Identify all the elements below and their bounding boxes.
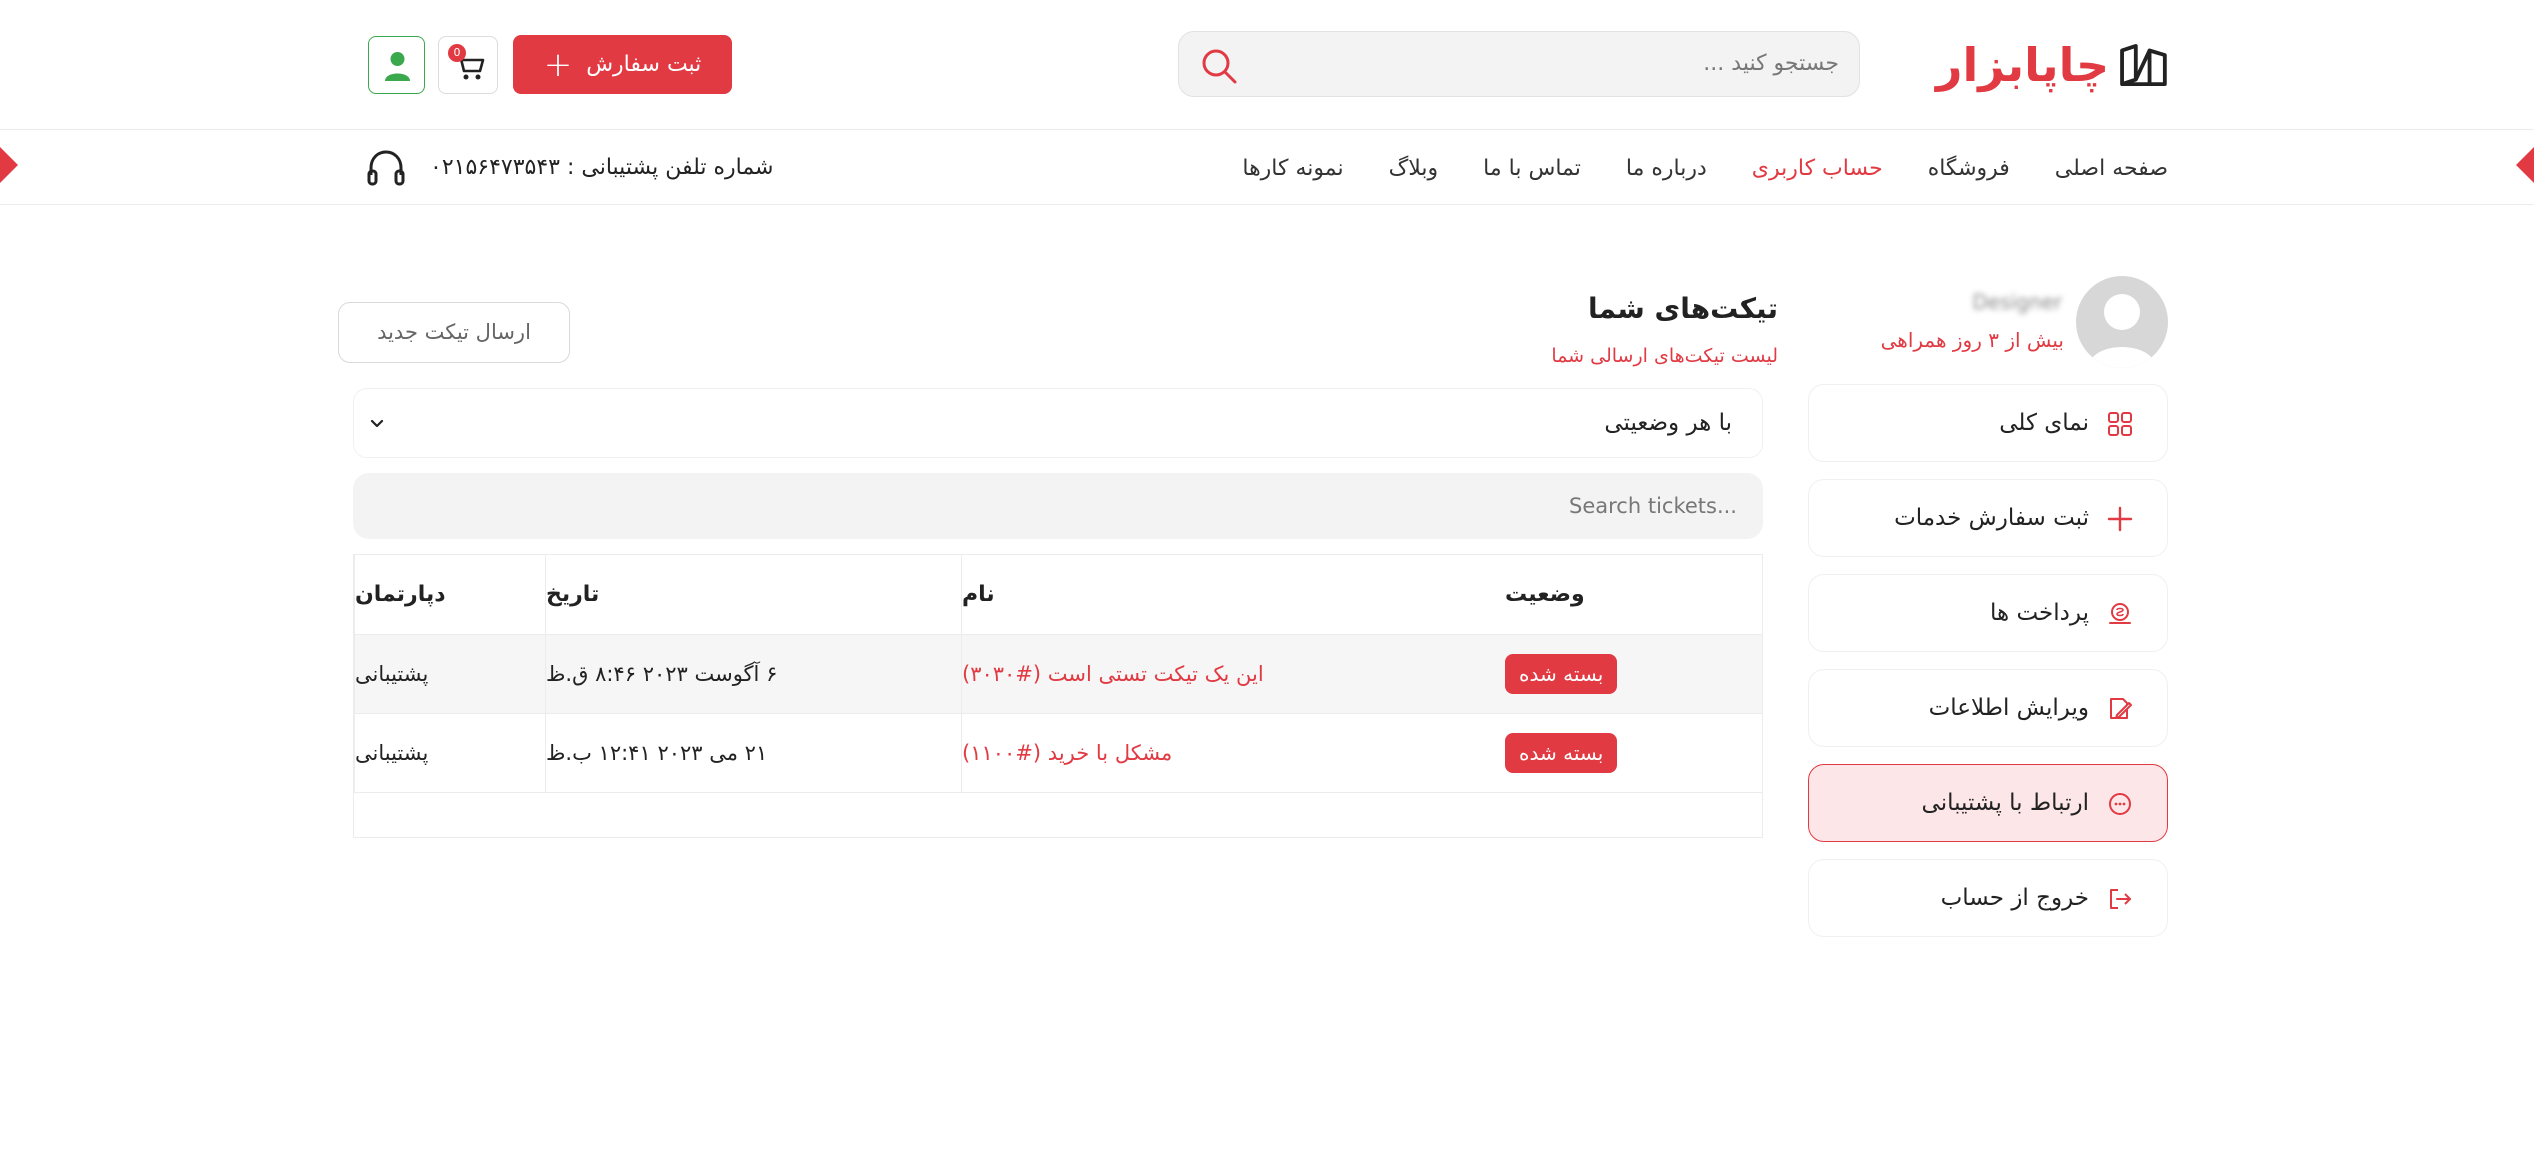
logout-icon [2110,889,2131,909]
column-header-department: دپارتمان [354,555,545,634]
side-arrow-left-icon[interactable] [0,147,18,183]
grid-icon [2108,412,2132,436]
ticket-link[interactable]: مشکل با خرید (#۱۱۰۰) [962,741,1172,765]
status-badge: بسته شده [1505,654,1618,694]
status-cell: بسته شده [1505,635,1762,713]
department-cell: پشتیبانی [354,714,545,792]
nav-item-about[interactable]: درباره ما [1626,156,1707,181]
new-ticket-button[interactable]: ارسال تیکت جدید [338,302,570,363]
status-filter-value: با هر وضعیتی [1604,410,1732,436]
sidebar-item-payments[interactable]: پرداخت ها [1808,574,2168,652]
chevron-down-icon [370,419,384,428]
nav-item-blog[interactable]: وبلاگ [1389,156,1439,181]
user-icon [385,52,410,81]
main-nav: صفحه اصلی فروشگاه حساب کاربری درباره ما … [0,131,2534,205]
account-sidebar-menu: نمای کلی ثبت سفارش خدمات پرداخت ها ویرای… [1808,384,2168,954]
sidebar-item-order-services[interactable]: ثبت سفارش خدمات [1808,479,2168,557]
sidebar-item-overview[interactable]: نمای کلی [1808,384,2168,462]
sidebar-item-label: پرداخت ها [1990,600,2089,626]
plus-icon: + [543,44,573,85]
department-cell: پشتیبانی [354,635,545,713]
user-account-button[interactable] [368,36,425,94]
column-header-status: وضعیت [1505,582,1585,607]
nav-item-contact[interactable]: تماس با ما [1483,156,1581,181]
column-header-date: تاریخ [545,555,961,634]
edit-icon [2110,698,2132,719]
ticket-link[interactable]: این یک تیکت تستی است (#۳۰۳۰) [962,662,1264,686]
avatar-silhouette-icon [2088,294,2156,368]
sidebar-item-label: خروج از حساب [1940,885,2089,911]
name-cell: این یک تیکت تستی است (#۳۰۳۰) [961,635,1505,713]
name-cell: مشکل با خرید (#۱۱۰۰) [961,714,1505,792]
table-row: بسته شده مشکل با خرید (#۱۱۰۰) ۲۱ می ۲۰۲۳… [354,714,1762,793]
nav-item-account[interactable]: حساب کاربری [1752,156,1883,181]
date-cell: ۶ آگوست ۲۰۲۳ ۸:۴۶ ق.ظ [545,635,961,713]
new-order-button[interactable]: ثبت سفارش + [513,35,732,94]
sidebar-item-label: ثبت سفارش خدمات [1894,505,2089,531]
chat-icon [2109,793,2131,815]
membership-duration: بیش از ۳ روز همراهی [1880,328,2064,352]
sidebar-item-label: ویرایش اطلاعات [1928,695,2089,721]
site-logo[interactable]: چاپابزار [1936,30,2168,100]
column-header-name: نام [961,555,1505,634]
headset-icon [367,150,405,186]
support-phone[interactable]: شماره تلفن پشتیبانی : ۰۲۱۵۶۴۷۳۵۴۳ [430,131,774,205]
nav-menu: صفحه اصلی فروشگاه حساب کاربری درباره ما … [1242,131,2168,205]
sidebar-item-logout[interactable]: خروج از حساب [1808,859,2168,937]
page-subtitle: لیست تیکت‌های ارسالی شما [1551,345,1778,367]
money-icon [2109,603,2131,624]
nav-item-home[interactable]: صفحه اصلی [2055,156,2168,181]
sidebar-item-label: نمای کلی [1999,410,2089,436]
site-header: چاپابزار جستجو کنید ... ثبت سفارش + 0 [0,0,2534,130]
logo-text: چاپابزار [1936,38,2110,92]
ticket-search-input[interactable]: Search tickets... [353,473,1763,539]
logo-mark-icon [2120,43,2167,87]
date-cell: ۲۱ می ۲۰۲۳ ۱۲:۴۱ ب.ظ [545,714,961,792]
sidebar-item-support[interactable]: ارتباط با پشتیبانی [1808,764,2168,842]
status-badge: بسته شده [1505,733,1618,773]
site-search-input[interactable]: جستجو کنید ... [1178,31,1860,97]
status-cell: بسته شده [1505,714,1762,792]
new-order-label: ثبت سفارش [586,52,702,77]
tickets-table: وضعیت نام تاریخ دپارتمان بسته شده این یک… [353,554,1763,838]
cart-count-badge: 0 [448,44,466,62]
nav-item-shop[interactable]: فروشگاه [1928,156,2010,181]
search-icon[interactable] [1199,46,1239,86]
status-filter-select[interactable]: با هر وضعیتی [353,388,1763,458]
sidebar-item-label: ارتباط با پشتیبانی [1921,790,2089,816]
table-row: بسته شده این یک تیکت تستی است (#۳۰۳۰) ۶ … [354,635,1762,714]
plus-icon [2107,506,2133,532]
nav-item-portfolio[interactable]: نمونه کارها [1242,156,1343,181]
cart-button[interactable]: 0 [438,36,498,94]
avatar [2076,276,2168,368]
profile-username: Designer [1972,290,2062,314]
page-title: تیکت‌های شما [1587,292,1778,325]
sidebar-item-edit-profile[interactable]: ویرایش اطلاعات [1808,669,2168,747]
side-arrow-right-icon[interactable] [2516,147,2534,183]
search-placeholder: جستجو کنید ... [1703,51,1839,76]
ticket-search-placeholder: Search tickets... [1569,494,1737,518]
table-header-row: وضعیت نام تاریخ دپارتمان [354,555,1762,635]
